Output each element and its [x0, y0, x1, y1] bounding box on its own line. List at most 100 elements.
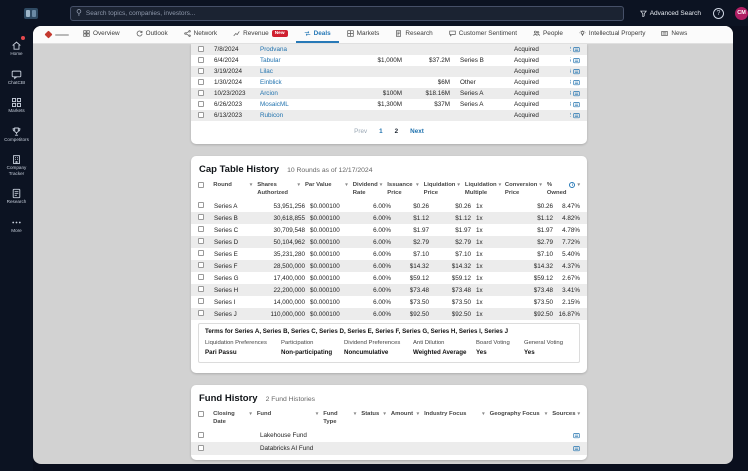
sort-icon[interactable]: ▾ — [416, 182, 419, 189]
deal-sources-link[interactable]: 3 — [570, 79, 580, 86]
deal-company-link[interactable]: Tabular — [260, 57, 354, 64]
sort-icon[interactable]: ▾ — [545, 411, 548, 418]
sort-icon[interactable]: ▾ — [354, 411, 357, 418]
sidebar-item-research[interactable]: Research — [0, 181, 33, 210]
cap-percent-owned: 5.40% — [558, 251, 580, 258]
row-checkbox[interactable] — [198, 57, 204, 63]
row-checkbox[interactable] — [198, 214, 204, 220]
deal-sources-link[interactable]: 8 — [570, 101, 580, 108]
deal-sources-link[interactable]: 8 — [570, 90, 580, 97]
left-sidebar: Home ChatCBI Markets Competitors Company… — [0, 26, 33, 471]
row-checkbox[interactable] — [198, 432, 204, 438]
row-checkbox[interactable] — [198, 90, 204, 96]
sidebar-item-chatcbi[interactable]: ChatCBI — [0, 62, 33, 91]
row-checkbox[interactable] — [198, 274, 204, 280]
tab-research[interactable]: Research — [387, 26, 440, 43]
global-search[interactable]: ⚲ — [70, 6, 624, 21]
tab-overview[interactable]: Overview — [75, 26, 128, 43]
deal-company-link[interactable]: Arcion — [260, 90, 354, 97]
search-input[interactable] — [86, 10, 618, 17]
advanced-search-button[interactable]: Advanced Search — [640, 10, 701, 17]
app-launcher-icon[interactable] — [24, 8, 38, 19]
sidebar-item-company-tracker[interactable]: Company Tracker — [0, 147, 33, 181]
sort-icon[interactable]: ▾ — [250, 182, 253, 189]
pagination-next[interactable]: Next — [410, 128, 424, 135]
col-fund: Fund — [257, 411, 271, 419]
deal-sources-link[interactable]: 5 — [570, 57, 580, 64]
fund-sources-link[interactable]: 2 — [571, 432, 580, 439]
deal-sources-link[interactable]: 2 — [570, 46, 580, 53]
select-all-checkbox[interactable] — [198, 182, 204, 188]
row-checkbox[interactable] — [198, 298, 204, 304]
tab-news[interactable]: News — [653, 26, 695, 43]
help-button[interactable]: ? — [713, 8, 724, 19]
cap-dividend-rate: 6.00% — [360, 215, 396, 222]
deal-amount: $6M — [402, 79, 450, 86]
row-checkbox[interactable] — [198, 68, 204, 74]
row-checkbox[interactable] — [198, 202, 204, 208]
col-sources: Sources — [552, 411, 575, 419]
row-checkbox[interactable] — [198, 238, 204, 244]
sort-icon[interactable]: ▾ — [249, 411, 252, 418]
cap-percent-owned: 7.72% — [558, 239, 580, 246]
row-checkbox[interactable] — [198, 79, 204, 85]
tab-people[interactable]: People — [525, 26, 571, 43]
cap-liquidation-multiple: 1x — [476, 215, 516, 222]
pagination-prev[interactable]: Prev — [354, 128, 367, 135]
select-all-checkbox[interactable] — [198, 411, 204, 417]
row-checkbox[interactable] — [198, 445, 204, 451]
pagination-page-1[interactable]: 1 — [379, 128, 383, 135]
sort-icon[interactable]: ▾ — [417, 411, 420, 418]
sidebar-item-competitors[interactable]: Competitors — [0, 119, 33, 148]
tab-label: Deals — [314, 30, 331, 37]
sidebar-item-markets[interactable]: Markets — [0, 90, 33, 119]
tab-outlook[interactable]: Outlook — [128, 26, 176, 43]
cap-liquidation-price: $1.97 — [434, 227, 476, 234]
sort-icon[interactable]: ▾ — [383, 411, 386, 418]
more-icon — [11, 215, 22, 226]
sort-icon[interactable]: ▾ — [577, 182, 580, 189]
deal-sources-link[interactable]: 6 — [570, 68, 580, 75]
fund-sources-link[interactable]: 3 — [571, 445, 580, 452]
row-checkbox[interactable] — [198, 310, 204, 316]
sort-icon[interactable]: ▾ — [316, 411, 319, 418]
sort-icon[interactable]: ▾ — [577, 411, 580, 418]
tab-markets[interactable]: Markets — [339, 26, 388, 43]
pagination-page-2-current[interactable]: 2 — [395, 128, 399, 135]
info-icon[interactable]: i — [569, 182, 575, 188]
sidebar-item-more[interactable]: More — [0, 210, 33, 239]
sort-icon[interactable]: ▾ — [499, 182, 502, 189]
cap-round: Series B — [214, 215, 260, 222]
tab-customer-sentiment[interactable]: Customer Sentiment — [441, 26, 525, 43]
tab-revenue[interactable]: Revenue New — [225, 26, 295, 43]
deal-company-link[interactable]: Prodvana — [260, 46, 354, 53]
deal-company-link[interactable]: MosaicML — [260, 101, 354, 108]
row-checkbox[interactable] — [198, 262, 204, 268]
sort-icon[interactable]: ▾ — [457, 182, 460, 189]
row-checkbox[interactable] — [198, 101, 204, 107]
tab-intellectual-property[interactable]: Intellectual Property — [571, 26, 653, 43]
avatar[interactable]: CM — [735, 7, 748, 20]
fund-name: Databricks AI Fund — [260, 445, 330, 452]
row-checkbox[interactable] — [198, 286, 204, 292]
news-source-icon — [573, 101, 580, 108]
row-checkbox[interactable] — [198, 250, 204, 256]
row-checkbox[interactable] — [198, 112, 204, 118]
cap-par-value: $0.000100 — [310, 275, 360, 282]
tab-deals[interactable]: Deals — [296, 26, 339, 43]
sort-icon[interactable]: ▾ — [297, 182, 300, 189]
row-checkbox[interactable] — [198, 226, 204, 232]
sort-icon[interactable]: ▾ — [345, 182, 348, 189]
sort-icon[interactable]: ▾ — [539, 182, 542, 189]
deal-company-link[interactable]: Rubicon — [260, 112, 354, 119]
cap-percent-owned: 4.37% — [558, 263, 580, 270]
sort-icon[interactable]: ▾ — [482, 411, 485, 418]
deal-sources-link[interactable]: 2 — [570, 112, 580, 119]
tab-network[interactable]: Network — [176, 26, 225, 43]
sidebar-item-home[interactable]: Home — [0, 33, 33, 62]
deal-company-link[interactable]: Einblick — [260, 79, 354, 86]
terms-line: Terms for Series A, Series B, Series C, … — [199, 324, 579, 337]
row-checkbox[interactable] — [198, 46, 204, 52]
deal-company-link[interactable]: Lilac — [260, 68, 354, 75]
sort-icon[interactable]: ▾ — [380, 182, 383, 189]
